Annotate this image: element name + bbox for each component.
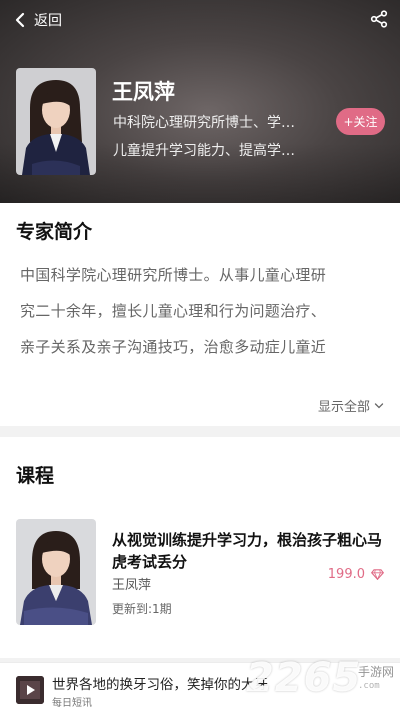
news-source: 每日短讯 <box>52 698 92 709</box>
expert-name: 王凤萍 <box>112 80 175 104</box>
intro-line: 究二十余年，擅长儿童心理和行为问题治疗、 <box>20 302 327 320</box>
course-card[interactable]: 从视觉训练提升学习力，根治孩子粗心马虎考试丢分 王凤萍 更新到:1期 199.0 <box>16 519 386 627</box>
expert-header: 返回 王凤萍 中科院心理研究所博士、学… 儿童提升学习能力、提高学… +关注 <box>0 0 400 203</box>
news-thumbnail[interactable] <box>16 676 44 704</box>
courses-title: 课程 <box>16 465 55 487</box>
share-icon[interactable] <box>370 10 388 28</box>
course-thumbnail <box>16 519 96 625</box>
back-button[interactable]: 返回 <box>12 8 62 32</box>
intro-line: 亲子关系及亲子沟通技巧，治愈多动症儿童近 <box>20 338 327 356</box>
intro-text: 中国科学院心理研究所博士。从事儿童心理研 究二十余年，擅长儿童心理和行为问题治疗… <box>20 257 380 365</box>
chevron-left-icon <box>15 12 25 28</box>
follow-button[interactable]: +关注 <box>336 108 385 135</box>
course-price-value: 199.0 <box>327 567 365 582</box>
course-update-status: 更新到:1期 <box>112 602 172 616</box>
intro-line: 中国科学院心理研究所博士。从事儿童心理研 <box>20 266 327 284</box>
diamond-icon <box>371 569 384 580</box>
news-title[interactable]: 世界各地的换牙习俗，笑掉你的大牙 <box>52 673 268 693</box>
intro-title: 专家简介 <box>16 221 93 243</box>
show-all-label: 显示全部 <box>317 400 370 415</box>
courses-section: 课程 从视觉训练提升学习力，根治孩子粗心马虎考试丢分 王凤萍 更新到:1期 19… <box>0 437 400 658</box>
expert-specialty-line: 儿童提升学习能力、提高学… <box>113 143 295 159</box>
course-author: 王凤萍 <box>112 578 152 593</box>
back-label: 返回 <box>34 13 62 29</box>
show-all-button[interactable]: 显示全部 <box>318 396 384 415</box>
expert-avatar <box>16 68 96 175</box>
expert-title-line: 中科院心理研究所博士、学… <box>113 115 295 131</box>
expert-intro-section: 专家简介 中国科学院心理研究所博士。从事儿童心理研 究二十余年，擅长儿童心理和行… <box>0 203 400 426</box>
course-price: 199.0 <box>328 567 384 582</box>
chevron-down-icon <box>374 402 384 408</box>
news-bar[interactable]: 世界各地的换牙习俗，笑掉你的大牙 每日短讯 <box>0 662 400 712</box>
